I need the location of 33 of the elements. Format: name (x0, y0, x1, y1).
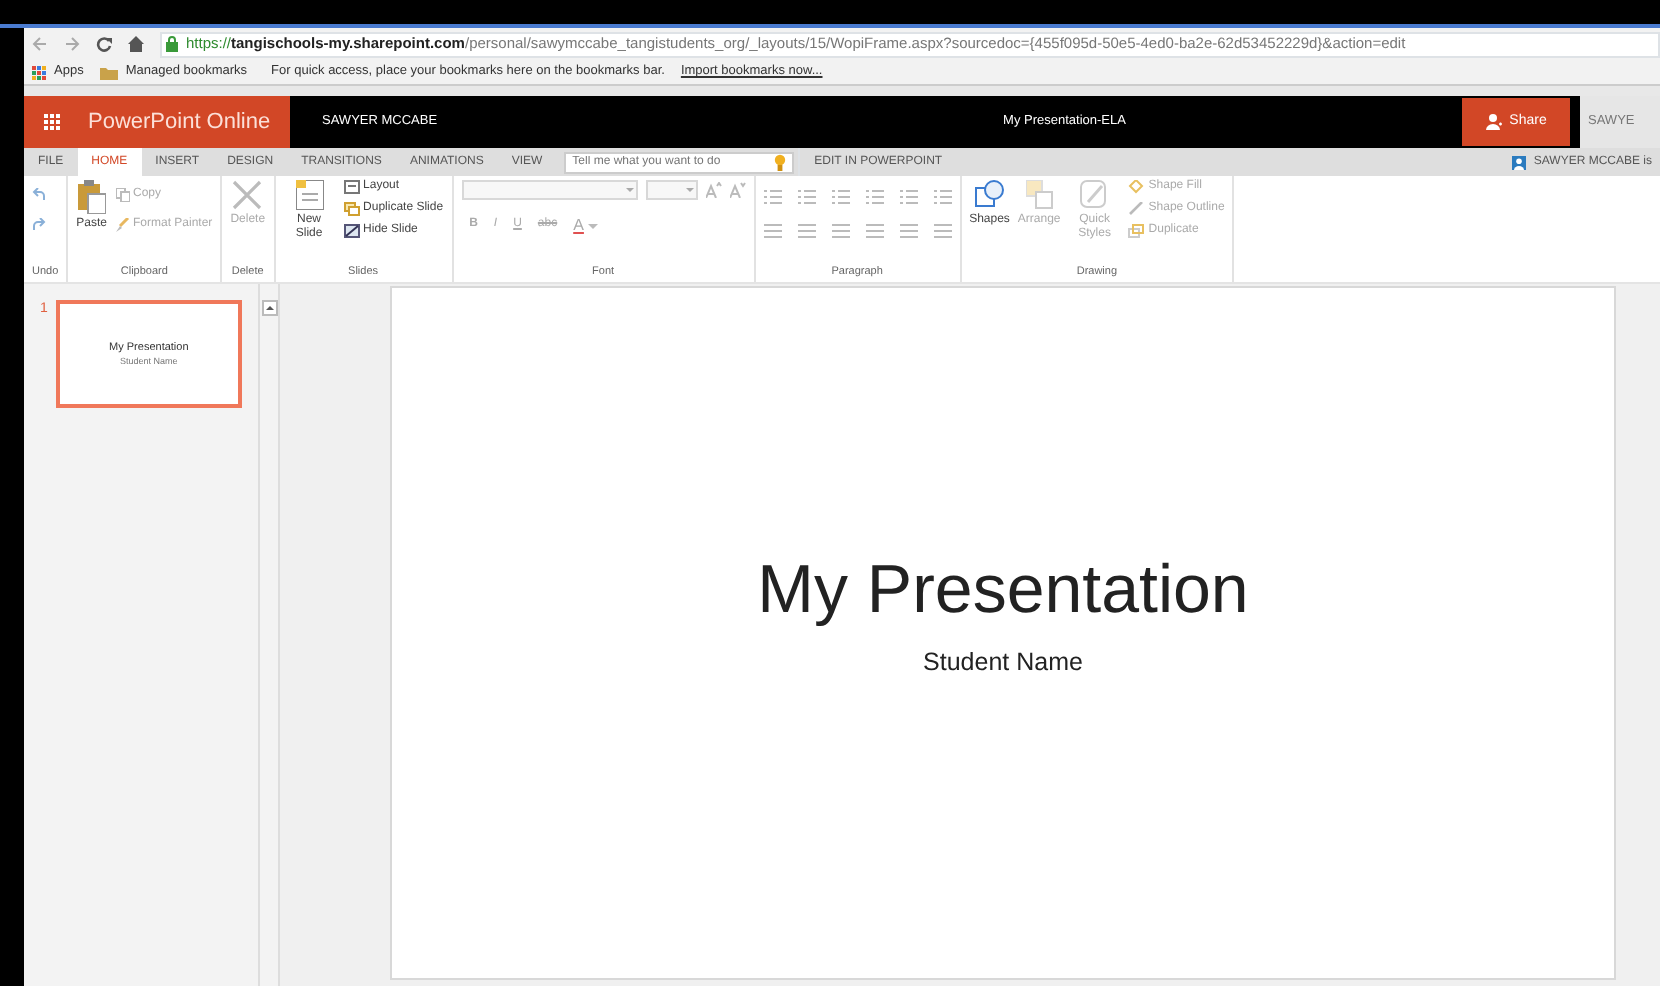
bullets-icon[interactable] (763, 188, 782, 206)
home-icon[interactable] (128, 36, 144, 52)
scroll-up-icon[interactable] (262, 299, 278, 316)
user-icon (1511, 155, 1526, 169)
reload-icon[interactable] (96, 36, 112, 52)
folder-icon (99, 65, 118, 79)
font-size-field[interactable] (645, 180, 698, 200)
slide-subtitle[interactable]: Student Name (923, 644, 1083, 683)
shrink-font-icon[interactable] (729, 182, 746, 198)
redo-icon[interactable] (32, 218, 46, 232)
forward-icon[interactable] (64, 36, 80, 52)
apps-icon (32, 65, 46, 79)
paint-bucket-icon (1128, 180, 1145, 194)
lock-icon (166, 36, 178, 52)
hide-slide-icon (343, 224, 360, 238)
person-add-icon (1485, 114, 1502, 130)
undo-icon[interactable] (32, 188, 46, 202)
slide-canvas[interactable]: My Presentation Student Name (390, 286, 1616, 980)
app-launcher-icon[interactable] (44, 114, 60, 130)
font-name-field[interactable] (461, 180, 638, 200)
copy-icon (115, 188, 129, 202)
back-icon[interactable] (32, 36, 48, 52)
grow-font-icon[interactable] (705, 182, 722, 198)
paintbrush-icon (115, 218, 129, 232)
close-icon (232, 180, 263, 210)
dropdown-arrow-icon (587, 219, 598, 232)
duplicate-icon (1128, 224, 1145, 238)
dropdown-arrow-icon (683, 182, 696, 198)
pencil-icon (1128, 202, 1145, 216)
duplicate-slide-icon (343, 202, 360, 216)
dropdown-arrow-icon (623, 182, 636, 198)
slide-title[interactable]: My Presentation (757, 554, 1249, 629)
align-left-icon[interactable] (763, 222, 782, 240)
